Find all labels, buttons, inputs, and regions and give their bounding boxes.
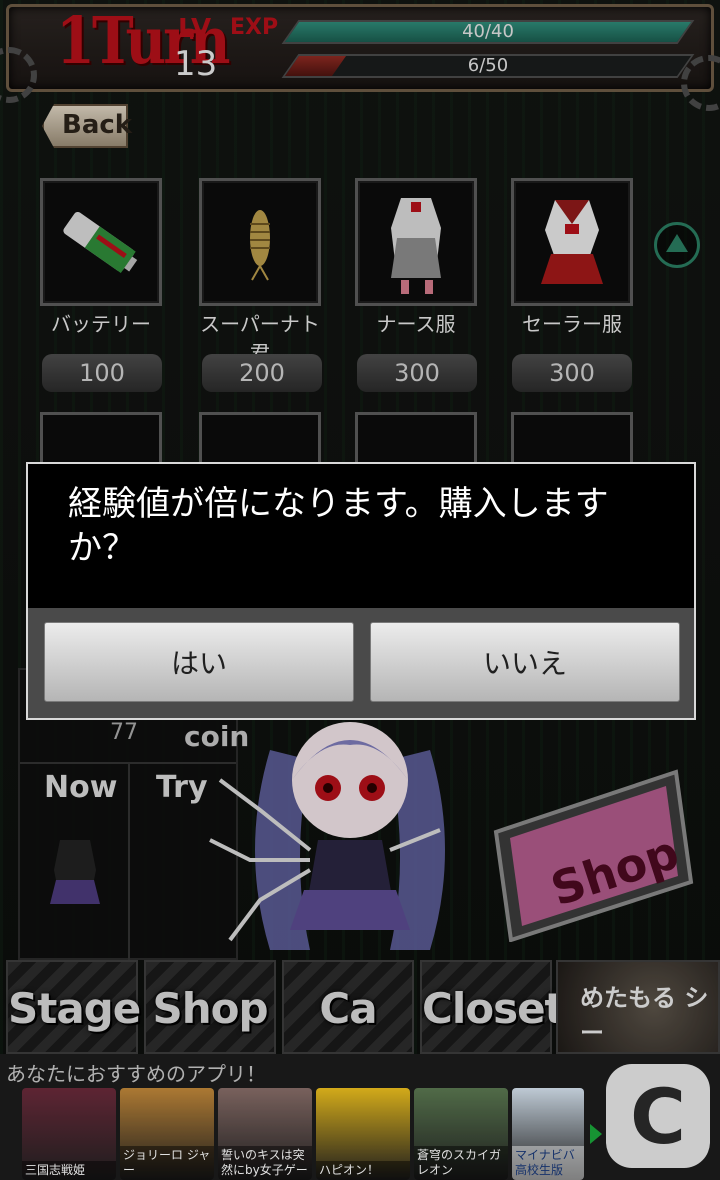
- dialog-message: 経験値が倍になります。購入しますか？: [68, 484, 609, 568]
- purchase-dialog: 経験値が倍になります。購入しますか？ はい いいえ: [26, 462, 696, 720]
- game-screen: 1Turn LV 13 EXP 40/40 6/50 Back バッテリー 10…: [0, 0, 720, 1180]
- yes-button[interactable]: はい: [44, 622, 354, 702]
- dialog-button-bar: はい いいえ: [28, 608, 694, 718]
- no-button[interactable]: いいえ: [370, 622, 680, 702]
